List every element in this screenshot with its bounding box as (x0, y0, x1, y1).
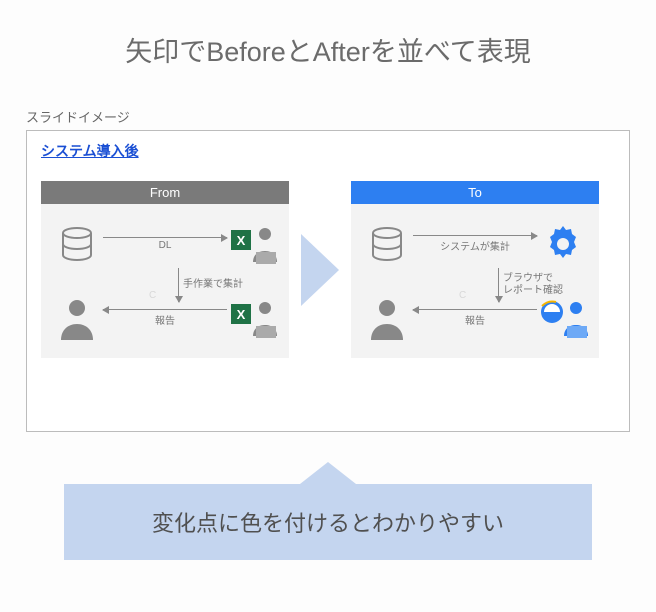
browser-label: ブラウザで レポート確認 (503, 273, 563, 297)
person-icon (51, 292, 103, 344)
to-header: To (351, 181, 599, 204)
footer-callout: 変化点に色を付けるとわかりやすい (64, 462, 592, 560)
database-icon (51, 218, 103, 270)
from-header: From (41, 181, 289, 204)
report-label-from: 報告 (155, 312, 175, 327)
slide-title-link[interactable]: システム導入後 (41, 143, 139, 159)
slide-image-label: スライドイメージ (26, 107, 656, 126)
callout-pointer-icon (300, 462, 356, 484)
c-label-from: C (149, 290, 156, 301)
slide-container: システム導入後 From DL X C (26, 130, 630, 432)
from-panel: From DL X C 手作業で集計 (41, 181, 289, 358)
transition-chevron-icon (301, 234, 339, 306)
c-label-to: C (459, 290, 466, 301)
database-icon (361, 218, 413, 270)
gear-icon (537, 218, 589, 270)
excel-user-icon: X (227, 218, 279, 270)
browser-arrow: ブラウザで レポート確認 (498, 268, 563, 302)
manual-arrow: 手作業で集計 (178, 268, 243, 302)
dl-label: DL (159, 240, 172, 251)
system-label: システムが集計 (440, 238, 510, 253)
dl-arrow: DL (103, 237, 227, 251)
svg-text:X: X (237, 307, 246, 322)
report-label-to: 報告 (465, 312, 485, 327)
report-arrow-to: 報告 (413, 309, 537, 327)
svg-text:X: X (237, 233, 246, 248)
manual-label: 手作業で集計 (183, 279, 243, 291)
panels-row: From DL X C 手作業で集計 (41, 181, 615, 358)
report-arrow-from: 報告 (103, 309, 227, 327)
system-arrow: システムが集計 (413, 235, 537, 253)
person-icon (361, 292, 413, 344)
to-panel: To システムが集計 C ブラウザで レ (351, 181, 599, 358)
footer-text: 変化点に色を付けるとわかりやすい (64, 484, 592, 560)
page-title: 矢印でBeforeとAfterを並べて表現 (0, 0, 656, 89)
